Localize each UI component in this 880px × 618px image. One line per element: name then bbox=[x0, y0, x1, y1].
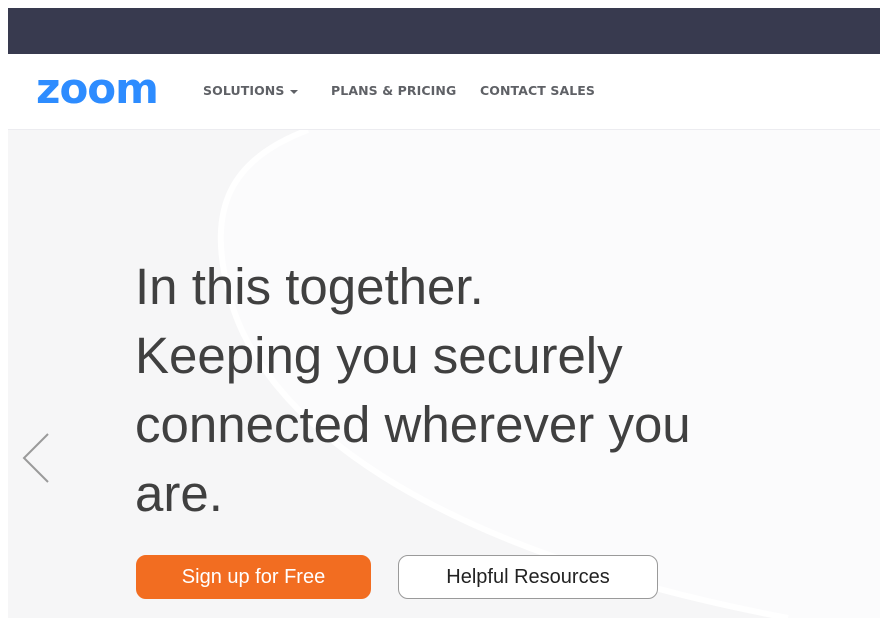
nav-contact-sales-link[interactable]: CONTACT SALES bbox=[480, 83, 595, 98]
helpful-resources-button[interactable]: Helpful Resources bbox=[398, 555, 658, 599]
signup-free-button[interactable]: Sign up for Free bbox=[136, 555, 371, 599]
carousel-prev-button[interactable] bbox=[18, 430, 54, 486]
hero-section: In this together. Keeping you securely c… bbox=[8, 130, 880, 618]
nav-solutions-menu[interactable]: SOLUTIONS bbox=[203, 83, 299, 98]
headline-line-2: Keeping you securely bbox=[135, 327, 623, 384]
navigation-bar: zoom SOLUTIONS PLANS & PRICING CONTACT S… bbox=[8, 54, 880, 130]
caret-down-icon bbox=[290, 89, 299, 94]
nav-plans-pricing-link[interactable]: PLANS & PRICING bbox=[331, 83, 456, 98]
chevron-left-icon bbox=[22, 433, 49, 483]
top-dark-bar bbox=[8, 8, 880, 54]
zoom-logo[interactable]: zoom bbox=[36, 68, 159, 110]
headline-line-3: connected wherever you bbox=[135, 396, 691, 453]
headline-line-1: In this together. bbox=[135, 258, 484, 315]
headline-line-4: are. bbox=[135, 465, 223, 522]
nav-solutions-label: SOLUTIONS bbox=[203, 83, 285, 98]
hero-headline: In this together. Keeping you securely c… bbox=[135, 252, 775, 528]
